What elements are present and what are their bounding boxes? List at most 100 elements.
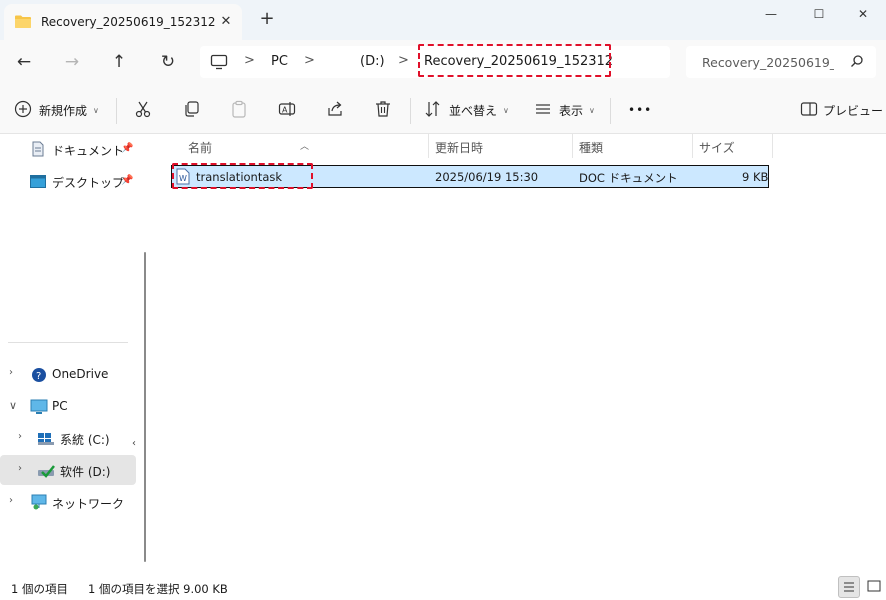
selection-info: 1 個の項目を選択 9.00 KB [88,582,228,596]
minimize-button[interactable]: — [748,0,794,30]
column-header-date[interactable]: 更新日時 [435,139,483,156]
onedrive-icon: ? [30,367,48,386]
address-toolbar: ← → ↑ ↻ > PC > (D:) > Recovery_20250619_… [0,40,886,86]
more-options-button[interactable]: ••• [628,98,652,122]
scissors-icon [134,100,152,121]
delete-button[interactable] [374,98,392,122]
cut-button[interactable] [134,98,152,122]
view-list-icon [534,100,552,121]
tiles-view-icon [867,580,881,592]
breadcrumb-pc[interactable]: PC [271,54,288,69]
drive-c-icon [38,433,54,448]
chevron-right-icon[interactable]: › [9,495,13,506]
drive-d-icon [38,464,56,481]
chevron-right-icon[interactable]: › [18,431,22,442]
preview-pane-button[interactable]: プレビュー [800,98,883,122]
sidebar-item-documents[interactable]: ドキュメント 📌 [0,134,136,164]
breadcrumb-drive-d[interactable]: (D:) [360,54,385,69]
new-label: 新規作成 [39,103,88,118]
navigation-pane: ドキュメント 📌 デスクトップ 📌 › ? OneDrive ∨ PC › 系統… [0,134,146,574]
sidebar-item-onedrive[interactable]: › ? OneDrive [0,359,136,389]
tiles-view-button[interactable] [864,576,886,598]
sidebar-item-label: 软件 (D:) [60,465,111,479]
share-button[interactable] [326,98,344,122]
back-button[interactable]: ← [10,50,38,74]
sidebar-item-label: OneDrive [52,367,109,381]
network-icon [30,494,48,513]
chevron-down-icon[interactable]: ∨ [9,399,17,412]
search-input[interactable]: Recovery_20250619_1 [702,55,834,70]
column-divider[interactable] [772,134,773,158]
svg-text:A: A [282,105,288,114]
sort-icon [424,100,442,121]
sidebar-item-label: ドキュメント [52,144,125,158]
sidebar-item-label: ネットワーク [52,497,125,511]
sidebar-item-drive-d[interactable]: › 软件 (D:) [0,455,136,485]
pin-icon[interactable]: 📌 [121,143,133,154]
tab-title: Recovery_20250619_152312 [41,15,216,29]
sidebar-scrollbar[interactable] [144,252,146,562]
divider [410,98,411,124]
chevron-right-icon[interactable]: › [9,367,13,378]
copy-button[interactable] [182,98,200,122]
document-icon [31,141,45,160]
divider [610,98,611,124]
file-type: DOC ドキュメント [579,171,678,185]
sort-button[interactable]: 並べ替え ∨ [424,98,509,122]
sort-ascending-icon: ︿ [300,142,310,152]
breadcrumb-separator: > [398,53,409,68]
sidebar-item-label: PC [52,399,68,413]
file-size: 9 KB [742,170,769,184]
column-header-type[interactable]: 種類 [579,139,603,156]
chevron-down-icon: ∨ [503,105,509,115]
sort-label: 並べ替え [449,103,498,118]
details-view-button[interactable] [838,576,860,598]
sidebar-item-desktop[interactable]: デスクトップ 📌 [0,166,136,196]
new-tab-button[interactable]: + [257,10,277,30]
desktop-icon [30,175,46,191]
view-label: 表示 [559,103,584,118]
forward-button[interactable]: → [58,50,86,74]
preview-label: プレビュー [823,103,884,118]
up-button[interactable]: ↑ [105,50,133,74]
paste-button[interactable] [230,98,248,122]
column-header-size[interactable]: サイズ [699,139,735,156]
refresh-button[interactable]: ↻ [154,50,182,74]
svg-text:?: ? [36,371,41,382]
column-divider[interactable] [692,134,693,158]
file-list: ︿ 名前 更新日時 種類 サイズ W translationtask 2025/… [154,134,886,574]
divider [116,98,117,124]
new-button[interactable]: 新規作成 ∨ [14,98,99,122]
close-tab-icon[interactable]: ✕ [216,12,236,32]
sidebar-item-label: 系統 (C:) [60,433,110,447]
sidebar-item-network[interactable]: › ネットワーク [0,487,136,517]
preview-pane-icon [800,100,818,121]
tab-recovery[interactable]: Recovery_20250619_152312 ✕ [4,4,242,40]
chevron-right-icon[interactable]: › [18,463,22,474]
chevron-down-icon: ∨ [93,105,99,115]
sidebar-divider [8,342,128,343]
maximize-button[interactable]: ☐ [796,0,842,30]
sidebar-item-label: デスクトップ [52,176,125,190]
pc-icon [30,399,48,418]
breadcrumb-separator: > [244,53,255,68]
sidebar-item-pc[interactable]: ∨ PC [0,391,136,421]
highlight-box [172,163,313,189]
close-window-button[interactable]: ✕ [840,0,886,30]
column-header-name[interactable]: 名前 [188,139,212,156]
rename-button[interactable]: A [278,98,296,122]
command-bar: 新規作成 ∨ A 並べ替え ∨ 表示 ∨ ••• プレビュー [0,86,886,134]
trash-icon [374,100,392,121]
share-icon [326,100,344,121]
rename-icon: A [278,100,296,121]
view-button[interactable]: 表示 ∨ [534,98,595,122]
pin-icon[interactable]: 📌 [121,175,133,186]
sidebar-item-drive-c[interactable]: › 系統 (C:) [0,423,136,453]
pane-resize-handle-icon[interactable]: ‹ [132,438,136,449]
highlight-box [418,44,611,77]
clipboard-icon [230,100,248,121]
column-divider[interactable] [428,134,429,158]
search-box[interactable]: Recovery_20250619_1 [686,46,876,78]
monitor-icon [210,54,228,73]
column-divider[interactable] [572,134,573,158]
